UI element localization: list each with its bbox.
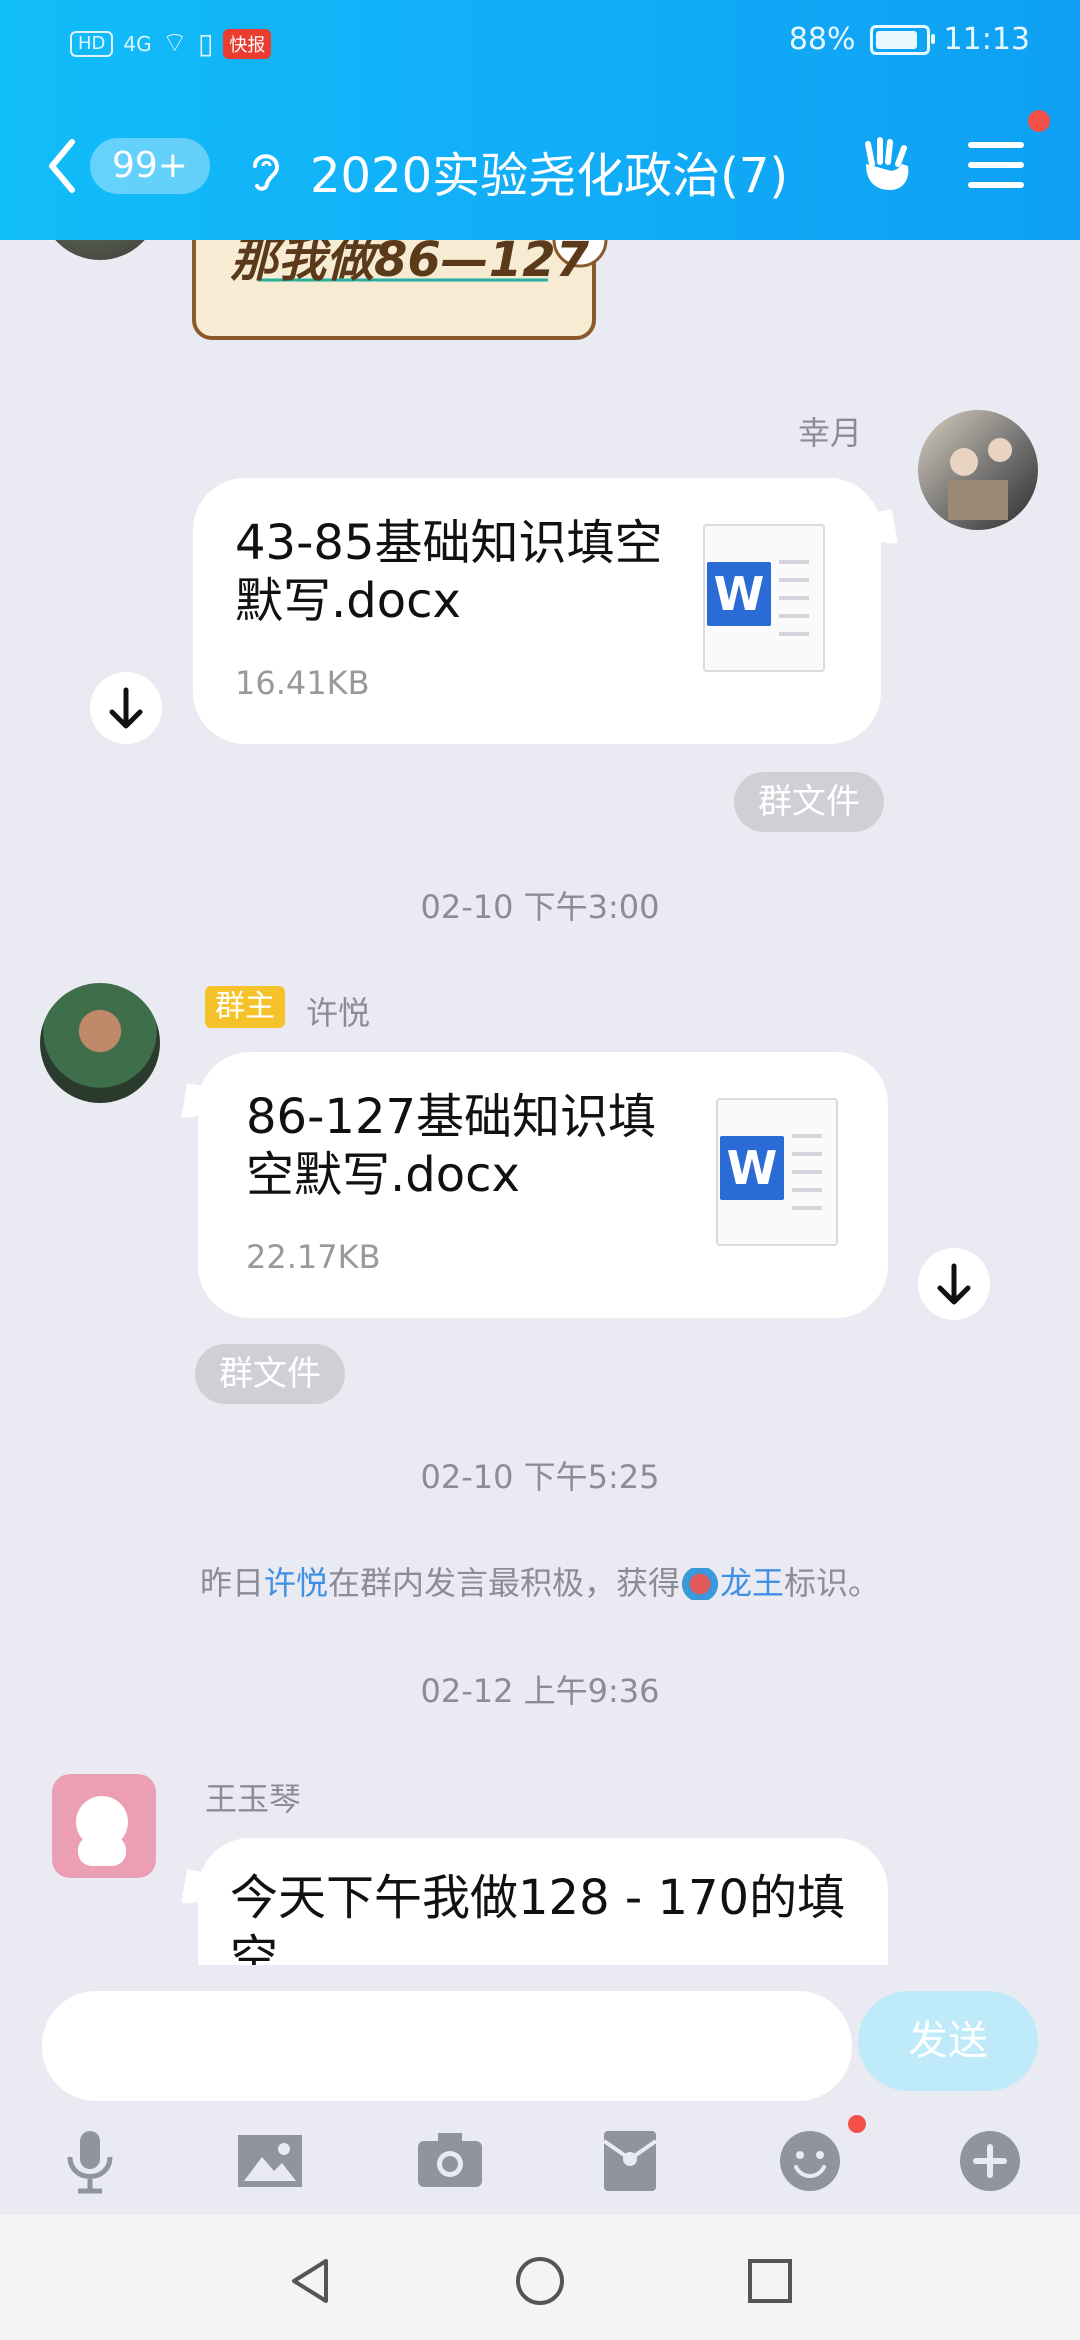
back-chevron-icon[interactable]	[42, 136, 82, 196]
battery-icon	[869, 24, 935, 55]
file-size-2: 22.17KB	[246, 1238, 381, 1276]
system-title-link[interactable]: 龙王	[720, 1564, 784, 1602]
menu-notification-dot	[1028, 110, 1050, 132]
emoji-notification-dot	[848, 2115, 866, 2133]
timestamp-2: 02-10 下午5:25	[420, 1458, 660, 1496]
avatar-wangyuqin[interactable]	[52, 1774, 156, 1878]
avatar-xingyue[interactable]	[918, 410, 1038, 530]
file-name-1: 43-85基础知识填空默写.docx	[235, 515, 663, 629]
menu-icon[interactable]	[968, 142, 1024, 190]
file-name-2: 86-127基础知识填空默写.docx	[246, 1089, 657, 1203]
send-button[interactable]: 发送	[858, 1991, 1038, 2091]
hd-indicator: HD	[70, 30, 114, 57]
image-icon[interactable]	[234, 2125, 306, 2197]
download-icon[interactable]	[90, 672, 162, 744]
hand-icon[interactable]	[858, 134, 918, 194]
sender-name-3: 王玉琴	[205, 1780, 302, 1818]
clock: 11:13	[943, 22, 1030, 57]
chat-messages[interactable]: 那我做86—127 幸月 43-85基础知识填空默写.docx 16.41KB …	[0, 240, 1080, 1965]
network-type: 4G	[123, 31, 152, 56]
mic-icon[interactable]	[54, 2125, 126, 2197]
title-bar: 99+ 2020实验尧化政治(7)	[0, 110, 1080, 220]
word-doc-icon: W	[703, 524, 825, 672]
app-notification-badge: 快报	[223, 28, 272, 59]
ear-icon[interactable]	[245, 146, 285, 194]
message-text-3: 今天下午我做128 - 170的填空	[230, 1870, 846, 1965]
dragon-king-icon	[680, 1568, 720, 1600]
file-size-1: 16.41KB	[235, 664, 370, 702]
system-user-link[interactable]: 许悦	[264, 1564, 328, 1602]
emoji-icon[interactable]	[774, 2125, 846, 2197]
file-bubble-1[interactable]: 43-85基础知识填空默写.docx 16.41KB W	[193, 478, 881, 744]
chat-title: 2020实验尧化政治(7)	[310, 148, 789, 204]
wifi-icon: ⌔	[161, 26, 188, 59]
battery-percent: 88%	[788, 22, 856, 57]
sticker-text: 那我做86—127	[230, 240, 589, 288]
nav-back-icon[interactable]	[282, 2253, 338, 2309]
text-bubble-3[interactable]: 今天下午我做128 - 170的填空	[198, 1838, 888, 1965]
header: HD 4G ⌔ ▯ 快报 88% 11:13 99+ 2020实验尧化政治(7)	[0, 0, 1080, 240]
file-bubble-2[interactable]: 86-127基础知识填空默写.docx 22.17KB W	[198, 1052, 888, 1318]
sticker-message[interactable]: 那我做86—127	[188, 240, 618, 350]
camera-icon[interactable]	[414, 2125, 486, 2197]
group-file-tag-2[interactable]: 群文件	[195, 1344, 345, 1404]
group-file-tag-1[interactable]: 群文件	[734, 772, 884, 832]
nav-recents-icon[interactable]	[742, 2253, 798, 2309]
vibrate-icon: ▯	[197, 27, 214, 60]
owner-badge: 群主	[205, 986, 285, 1028]
status-right: 88% 11:13	[789, 22, 1030, 57]
system-nav-bar	[0, 2215, 1080, 2340]
avatar-xuyue[interactable]	[40, 983, 160, 1103]
nav-home-icon[interactable]	[512, 2253, 568, 2309]
avatar-top[interactable]	[40, 240, 160, 260]
sender-name-1: 幸月	[798, 414, 863, 452]
timestamp-1: 02-10 下午3:00	[420, 888, 660, 926]
system-suffix: 标识。	[784, 1564, 881, 1602]
status-bar: HD 4G ⌔ ▯ 快报 88% 11:13	[0, 0, 1080, 90]
red-packet-icon[interactable]	[594, 2125, 666, 2197]
input-area: 发送	[0, 1965, 1080, 2215]
system-notice: 昨日许悦在群内发言最积极，获得 龙王标识。	[0, 1558, 1080, 1604]
plus-icon[interactable]	[954, 2125, 1026, 2197]
system-middle: 在群内发言最积极，获得	[327, 1564, 680, 1602]
message-input[interactable]	[42, 1991, 852, 2101]
sender-name-2: 许悦	[306, 994, 371, 1032]
word-doc-icon: W	[716, 1098, 838, 1246]
download-icon[interactable]	[918, 1248, 990, 1320]
timestamp-3: 02-12 上午9:36	[420, 1672, 660, 1710]
status-left: HD 4G ⌔ ▯ 快报	[70, 26, 272, 61]
app-screen: HD 4G ⌔ ▯ 快报 88% 11:13 99+ 2020实验尧化政治(7)	[0, 0, 1080, 2340]
toolbar	[0, 2125, 1080, 2205]
system-prefix: 昨日	[199, 1564, 264, 1602]
unread-count-badge[interactable]: 99+	[90, 138, 210, 194]
